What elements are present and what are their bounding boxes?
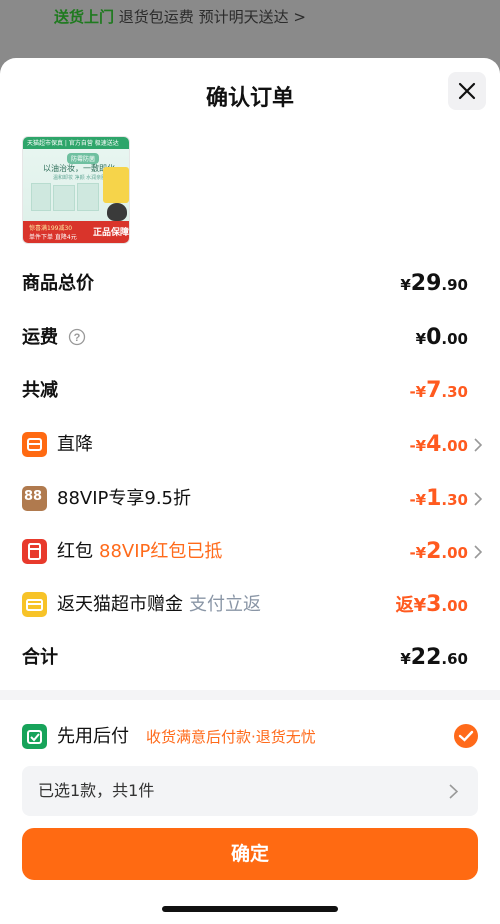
product-thumbnail[interactable]: 天猫超市保真 | 官方自营 极速送达 防霉防菌 以油治妆，一敷即化 温和卸妆 净… bbox=[22, 136, 130, 244]
shipping-row: 运费 ? ¥0.00 bbox=[22, 323, 478, 353]
chevron-right-icon bbox=[474, 438, 482, 452]
close-icon bbox=[458, 82, 476, 100]
red-packet-note: 88VIP红包已抵 bbox=[99, 541, 223, 562]
direct-drop-value: -¥4.00 bbox=[409, 432, 468, 457]
direct-drop-label: 直降 bbox=[57, 434, 93, 455]
selected-items-text: 已选1款，共1件 bbox=[38, 781, 155, 800]
grand-total-value: ¥22.60 bbox=[400, 645, 468, 670]
promo-card bbox=[103, 167, 129, 203]
direct-drop-row[interactable]: 直降 -¥4.00 bbox=[22, 430, 482, 460]
red-packet-value: -¥2.00 bbox=[409, 539, 468, 564]
authentic-badge: 正品保障 bbox=[92, 228, 129, 238]
product-pack bbox=[53, 185, 75, 211]
product-top-strip: 天猫超市保真 | 官方自营 极速送达 bbox=[27, 140, 119, 147]
delivery-rest: 退货包运费 预计明天送达 > bbox=[118, 8, 306, 26]
pay-later-option[interactable]: 先用后付 收货满意后付款·退货无忧 bbox=[22, 723, 478, 753]
confirm-order-sheet: 确认订单 天猫超市保真 | 官方自营 极速送达 防霉防菌 以油治妆，一敷即化 温… bbox=[0, 58, 500, 924]
goods-total-label: 商品总价 bbox=[22, 273, 94, 294]
top-banner: 送货上门 退货包运费 预计明天送达 > bbox=[0, 0, 500, 62]
delivery-info[interactable]: 送货上门 退货包运费 预计明天送达 > bbox=[54, 6, 306, 27]
close-button[interactable] bbox=[448, 72, 486, 110]
product-pack bbox=[31, 183, 51, 211]
red-packet-label: 红包 88VIP红包已抵 bbox=[57, 541, 223, 562]
cashback-note: 支付立返 bbox=[189, 594, 261, 615]
chevron-right-icon bbox=[474, 492, 482, 506]
product-pack bbox=[77, 183, 99, 211]
shipping-value: ¥0.00 bbox=[415, 325, 468, 350]
vip-88-icon: 88 bbox=[22, 486, 47, 511]
grand-total-label: 合计 bbox=[22, 647, 58, 668]
chevron-right-icon bbox=[449, 784, 458, 799]
delivery-label: 送货上门 bbox=[54, 8, 115, 26]
grand-total-row: 合计 ¥22.60 bbox=[22, 643, 478, 673]
product-subline: 温和卸妆 净颜 水润亲肤 bbox=[53, 175, 107, 181]
total-reduce-row: 共减 -¥7.30 bbox=[22, 376, 478, 406]
red-packet-row[interactable]: 红包 88VIP红包已抵 -¥2.00 bbox=[22, 537, 482, 567]
home-indicator bbox=[162, 906, 338, 912]
selected-items-bar[interactable]: 已选1款，共1件 bbox=[22, 766, 478, 816]
cashback-label: 返天猫超市赠金 支付立返 bbox=[57, 594, 261, 615]
pay-later-note: 收货满意后付款·退货无忧 bbox=[146, 728, 316, 746]
promo-line-1: 惊喜满199减30 bbox=[29, 225, 73, 232]
vip-discount-row[interactable]: 88 88VIP专享9.5折 -¥1.30 bbox=[22, 484, 482, 514]
promo-line-2: 单件下单 直降4元 bbox=[29, 234, 77, 241]
total-reduce-label: 共减 bbox=[22, 380, 58, 401]
cashback-value: 返¥3.00 bbox=[395, 592, 468, 617]
goods-total-row: 商品总价 ¥29.90 bbox=[22, 269, 478, 299]
info-icon[interactable]: ? bbox=[68, 328, 86, 346]
cashback-row: 返天猫超市赠金 支付立返 返¥3.00 bbox=[22, 590, 478, 620]
chevron-right-icon bbox=[474, 545, 482, 559]
pay-later-label: 先用后付 bbox=[57, 726, 129, 747]
vip-discount-value: -¥1.30 bbox=[409, 486, 468, 511]
svg-text:?: ? bbox=[74, 332, 81, 344]
section-divider bbox=[0, 690, 500, 700]
vip-discount-label: 88VIP专享9.5折 bbox=[57, 488, 192, 509]
page-title: 确认订单 bbox=[205, 86, 294, 111]
tmall-cat-logo bbox=[107, 203, 127, 221]
total-reduce-value: -¥7.30 bbox=[409, 378, 468, 403]
direct-drop-icon bbox=[22, 432, 47, 457]
check-icon bbox=[458, 730, 474, 742]
pay-later-checkbox[interactable] bbox=[454, 724, 478, 748]
goods-total-value: ¥29.90 bbox=[400, 271, 468, 296]
red-packet-icon bbox=[22, 539, 47, 564]
pay-later-icon bbox=[22, 724, 47, 749]
shipping-label: 运费 ? bbox=[22, 323, 86, 353]
cashback-icon bbox=[22, 592, 47, 617]
confirm-button[interactable]: 确定 bbox=[22, 828, 478, 880]
